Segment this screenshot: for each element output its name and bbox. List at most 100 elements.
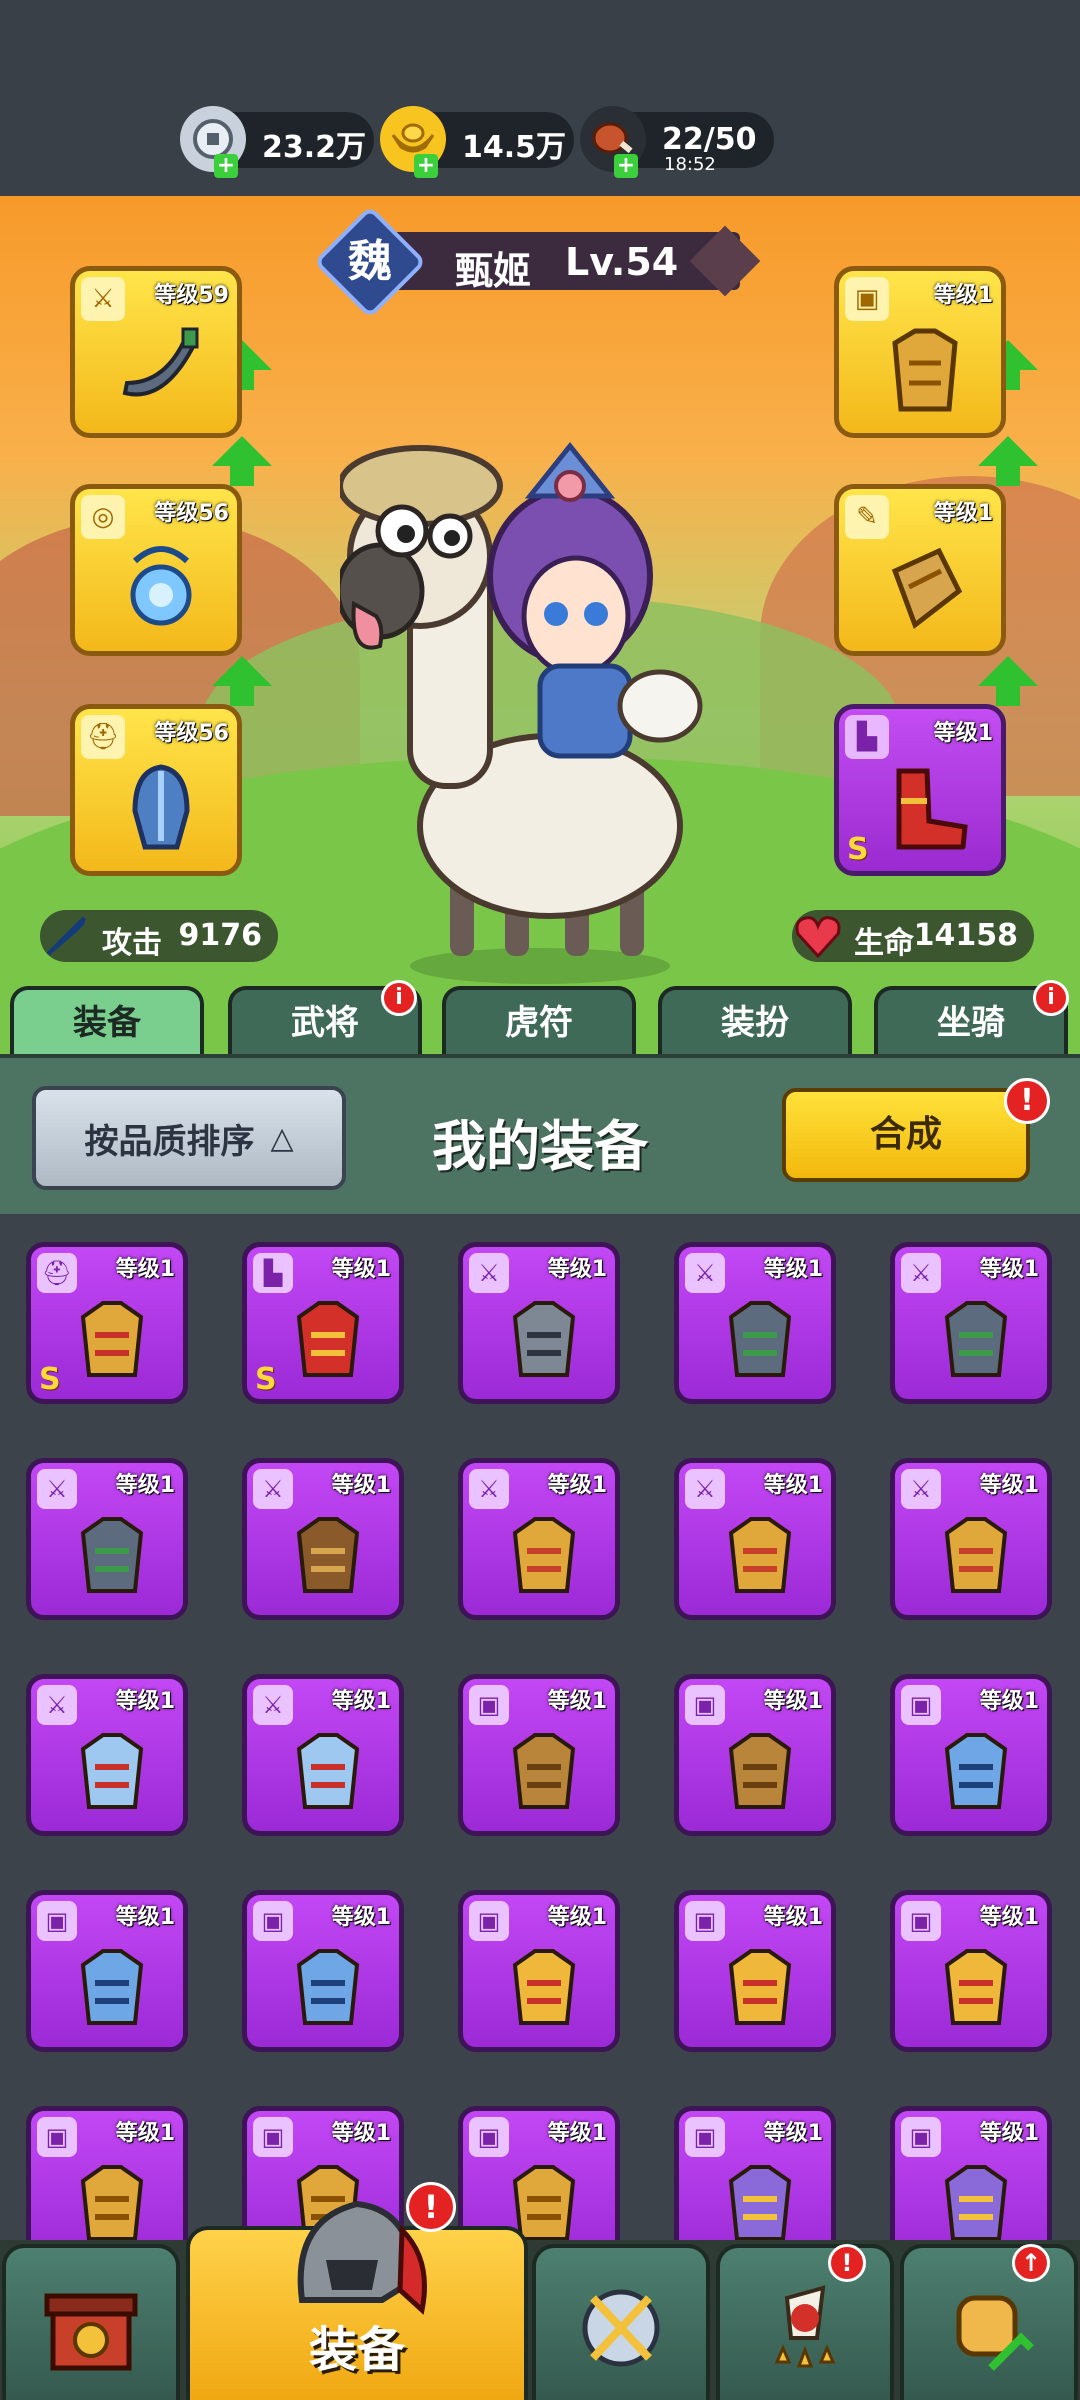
equip-slot-helmet[interactable]: ⛑ 等级56 (70, 704, 242, 876)
nav-upgrade[interactable] (900, 2244, 1078, 2400)
armor-icon: ▣ (901, 2117, 941, 2157)
nav-city[interactable] (2, 2244, 180, 2400)
tab-costume[interactable]: 装扮 (658, 986, 852, 1056)
item-level: 等级1 (763, 2121, 823, 2146)
tab-equipment[interactable]: 装备 (10, 986, 204, 1056)
item-level: 等级1 (979, 1257, 1039, 1282)
item-level: 等级1 (547, 1905, 607, 1930)
sword-icon: ⚔ (253, 1469, 293, 1509)
nav-equipment[interactable]: 装备 (186, 2200, 528, 2400)
nav-battle[interactable] (532, 2244, 710, 2400)
inventory-item[interactable]: ▣ 等级1 (890, 1674, 1052, 1836)
hp-stat: 生命 14158 (792, 910, 1034, 962)
notification-dot: i (381, 980, 417, 1016)
inventory-item[interactable]: ⚔ 等级1 (458, 1242, 620, 1404)
inventory-item[interactable]: ▣ 等级1 (890, 2106, 1052, 2244)
inventory-item[interactable]: ⚔ 等级1 (674, 1242, 836, 1404)
inventory-item[interactable]: ▣ 等级1 (458, 1890, 620, 2052)
equip-level: 等级1 (933, 721, 993, 746)
equip-slot-armor[interactable]: ▣ 等级1 (834, 266, 1006, 438)
equip-level: 等级59 (154, 283, 229, 308)
hero-stars-icon (774, 2285, 836, 2368)
armor-icon: ▣ (37, 2117, 77, 2157)
inventory-item[interactable]: ⚔ 等级1 (242, 1674, 404, 1836)
inventory-item[interactable]: ▣ 等级1 (458, 1674, 620, 1836)
red-boots-icon (296, 1301, 360, 1377)
equip-level: 等级1 (933, 501, 993, 526)
nav-alert-dot: ! (828, 2244, 866, 2282)
merge-button[interactable]: 合成 (782, 1088, 1030, 1182)
add-silver-icon[interactable]: + (214, 154, 238, 178)
equip-slot-amulet[interactable]: ◎ 等级56 (70, 484, 242, 656)
bronze-armor-icon (728, 1733, 792, 1809)
inventory-item[interactable]: ⚔ 等级1 (242, 1458, 404, 1620)
inventory-item[interactable]: ⚔ 等级1 (26, 1674, 188, 1836)
armor-icon: ▣ (685, 1901, 725, 1941)
sword-icon: ⚔ (901, 1469, 941, 1509)
curved-dagger-icon (728, 1301, 792, 1377)
curved-dagger-icon (122, 327, 199, 397)
inventory-item[interactable]: ⚔ 等级1 (890, 1242, 1052, 1404)
armor-icon: ▣ (253, 1901, 293, 1941)
equip-level: 等级56 (154, 501, 229, 526)
helmet-icon: ⛑ (81, 715, 125, 759)
gold-red-armor-icon (512, 1949, 576, 2025)
stamina-resource[interactable]: + 22/50 18:52 (580, 106, 774, 178)
equip-slot-weapon[interactable]: ⚔ 等级59 (70, 266, 242, 438)
hero-level: Lv.54 (565, 240, 679, 284)
armor-icon: ▣ (901, 1685, 941, 1725)
gold-pistol-icon (728, 1517, 792, 1593)
helmet-gold-red-icon (80, 1301, 144, 1377)
attack-label: 攻击 (102, 926, 162, 961)
sword-icon: ⚔ (901, 1253, 941, 1293)
gold-resource[interactable]: + 14.5万 (380, 106, 574, 178)
curved-dagger-icon (944, 1301, 1008, 1377)
hero-on-alpaca-illustration[interactable] (340, 426, 740, 986)
item-level: 等级1 (763, 1473, 823, 1498)
curved-dagger-icon (80, 1517, 144, 1593)
armor-icon: ▣ (901, 1901, 941, 1941)
gold-value: 14.5万 (462, 130, 567, 165)
inventory-item[interactable]: ⚔ 等级1 (890, 1458, 1052, 1620)
item-level: 等级1 (763, 1257, 823, 1282)
heart-icon (788, 906, 848, 966)
inventory-item[interactable]: ⚔ 等级1 (26, 1458, 188, 1620)
sword-icon: ⚔ (253, 1685, 293, 1725)
purple-gold-armor-icon (728, 2165, 792, 2241)
silver-resource[interactable]: + 23.2万 (180, 106, 374, 178)
equip-slot-boots[interactable]: ▙ 等级1 S (834, 704, 1006, 876)
attack-value: 9176 (178, 918, 263, 953)
silver-value: 23.2万 (262, 130, 367, 165)
sort-by-quality-button[interactable]: 按品质排序 △ (32, 1086, 346, 1190)
equip-slot-tome[interactable]: ✎ 等级1 (834, 484, 1006, 656)
medal-icon: ◎ (81, 495, 125, 539)
red-glaive-icon (296, 1733, 360, 1809)
inventory-item[interactable]: ⚔ 等级1 (458, 1458, 620, 1620)
sort-label: 按品质排序 (84, 1121, 255, 1162)
inventory-item[interactable]: ▣ 等级1 (242, 1890, 404, 2052)
inventory-item[interactable]: ▣ 等级1 (674, 2106, 836, 2244)
nav-heroes[interactable] (716, 2244, 894, 2400)
inventory-item[interactable]: ▙ 等级1 S (242, 1242, 404, 1404)
add-gold-icon[interactable]: + (414, 154, 438, 178)
inventory-item[interactable]: ▣ 等级1 (26, 1890, 188, 2052)
purple-gold-armor-icon (944, 2165, 1008, 2241)
tab-tiger-tally[interactable]: 虎符 (442, 986, 636, 1056)
item-level: 等级1 (547, 1473, 607, 1498)
sword-icon: ⚔ (37, 1469, 77, 1509)
city-gate-icon (44, 2293, 138, 2371)
inventory-item[interactable]: ⛑ 等级1 S (26, 1242, 188, 1404)
item-level: 等级1 (115, 1473, 175, 1498)
upgrade-arrow-icon (978, 436, 1038, 486)
grade-label: S (39, 1362, 61, 1397)
inventory-item[interactable]: ▣ 等级1 (890, 1890, 1052, 2052)
inventory-item[interactable]: ▣ 等级1 (26, 2106, 188, 2244)
sword-icon: ⚔ (37, 1685, 77, 1725)
inventory-item[interactable]: ⚔ 等级1 (674, 1458, 836, 1620)
inventory-item[interactable]: ▣ 等级1 (458, 2106, 620, 2244)
item-level: 等级1 (115, 1689, 175, 1714)
gold-pistol-icon (512, 1517, 576, 1593)
inventory-item[interactable]: ▣ 等级1 (674, 1674, 836, 1836)
add-stamina-icon[interactable]: + (614, 154, 638, 178)
inventory-item[interactable]: ▣ 等级1 (674, 1890, 836, 2052)
